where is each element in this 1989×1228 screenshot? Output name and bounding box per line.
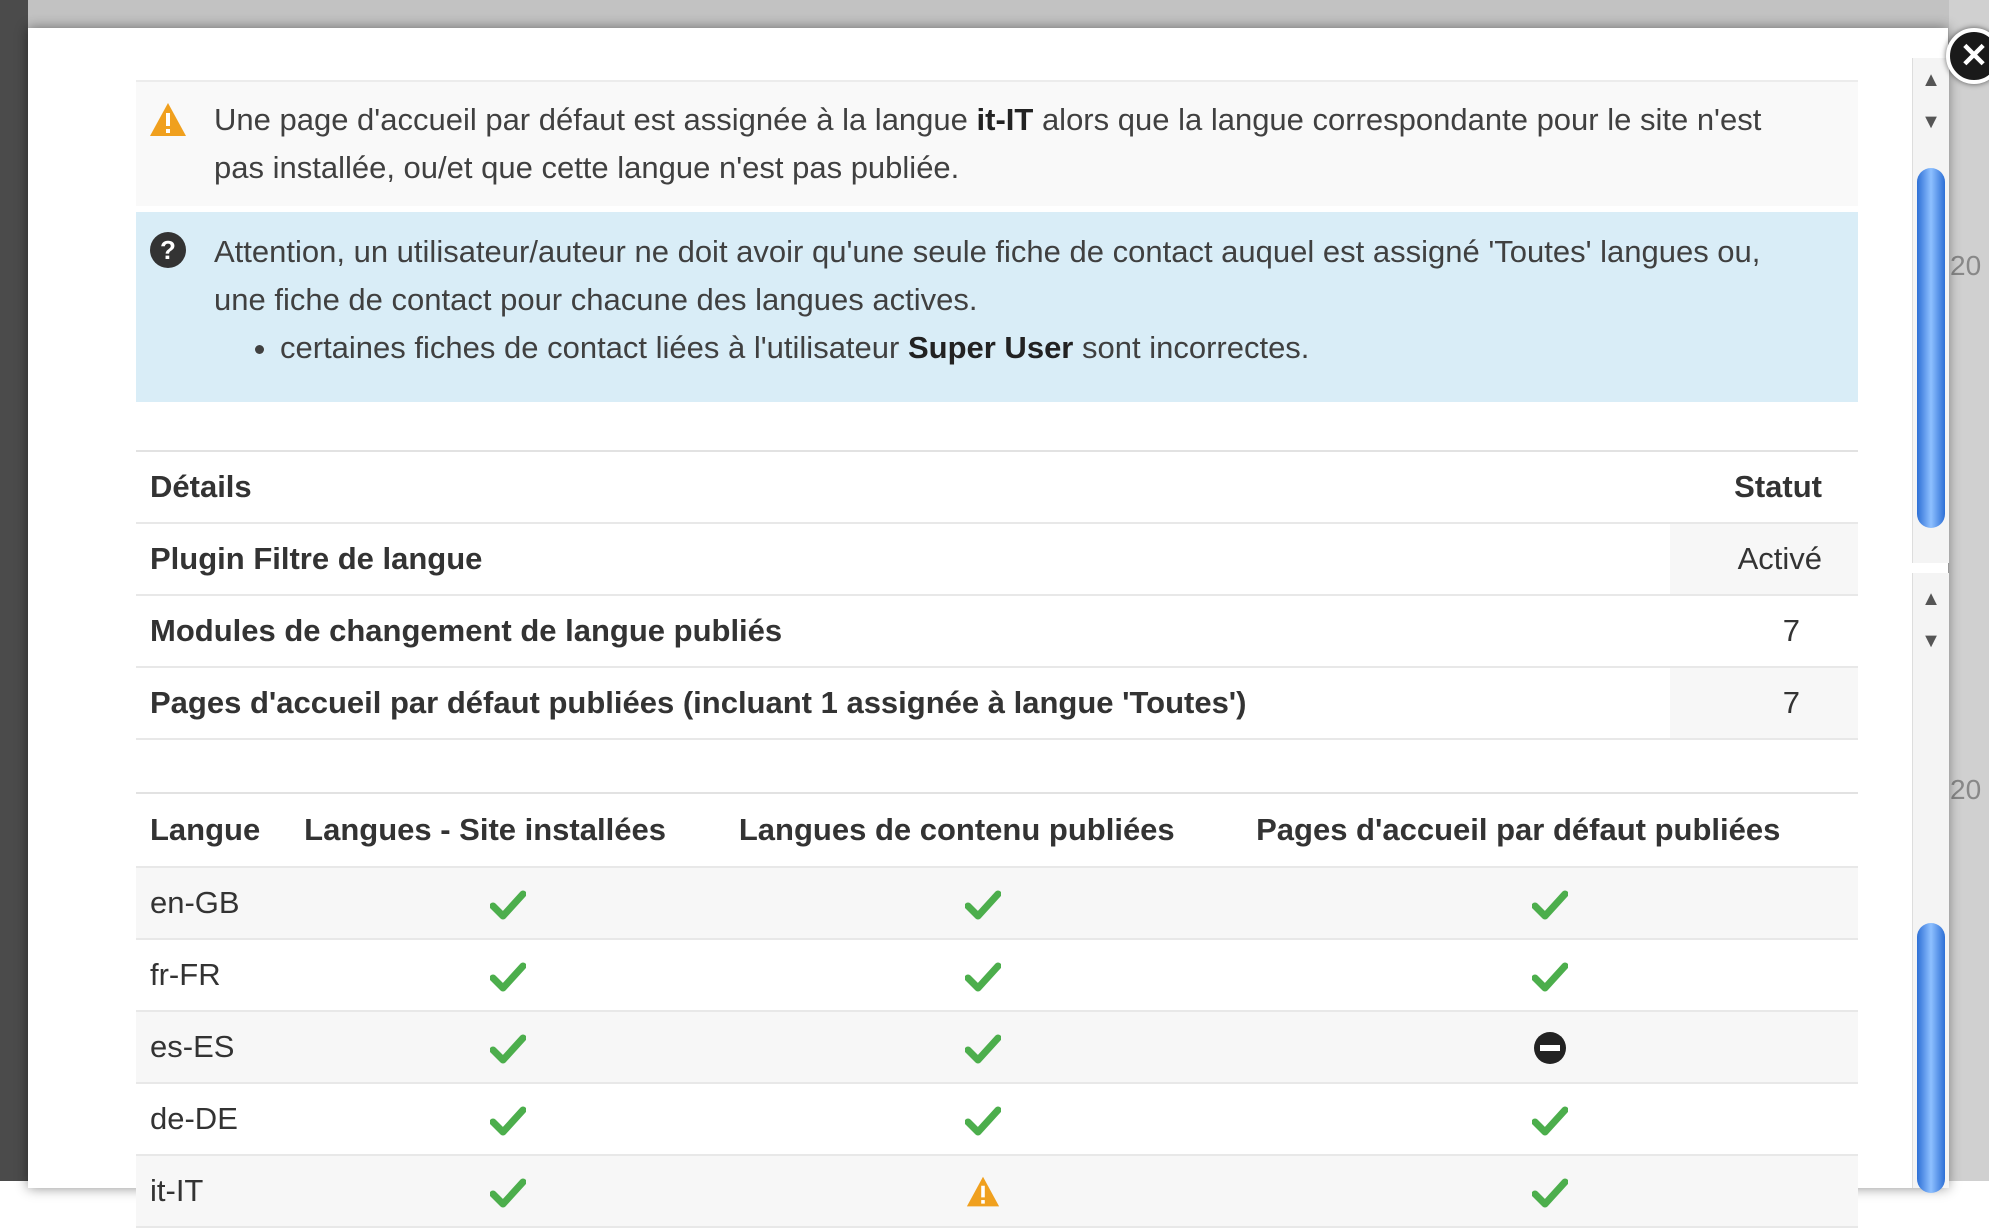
modal-dialog: Une page d'accueil par défaut est assign… (28, 28, 1989, 1228)
language-code: de-DE (136, 1083, 291, 1156)
check-icon (1532, 1106, 1569, 1136)
language-home-status (1242, 1083, 1858, 1156)
details-header-row: Détails Statut (136, 451, 1858, 524)
close-icon[interactable]: ✕ (1960, 36, 1989, 76)
languages-header-content-published: Langues de contenu publiées (724, 793, 1243, 868)
language-site-status (290, 1011, 725, 1084)
check-icon (489, 1034, 526, 1064)
languages-header-row: Langue Langues - Site installées Langues… (136, 793, 1858, 868)
scrollbar-thumb[interactable] (1917, 168, 1945, 528)
info-list-item: certaines fiches de contact liées à l'ut… (280, 324, 1818, 372)
scroll-down-arrow-icon[interactable]: ▼ (1919, 629, 1943, 653)
scrollbar-thumb[interactable] (1917, 923, 1945, 1193)
check-icon (489, 1178, 526, 1208)
details-row: Pages d'accueil par défaut publiées (inc… (136, 667, 1858, 740)
languages-table: Langue Langues - Site installées Langues… (136, 792, 1858, 1228)
info-text: Attention, un utilisateur/auteur ne doit… (214, 234, 1761, 317)
background-fragment: 20 (1950, 774, 1982, 805)
language-content-status (724, 1083, 1243, 1156)
details-scrollbar[interactable]: ▲ ▼ (1912, 58, 1949, 563)
details-header-details: Détails (136, 451, 1670, 524)
details-row: Plugin Filtre de langue Activé (136, 523, 1858, 596)
details-row-value: 7 (1669, 667, 1858, 740)
info-bullet-before: certaines fiches de contact liées à l'ut… (280, 330, 908, 365)
warning-language: it-IT (976, 102, 1034, 137)
language-code: fr-FR (136, 939, 291, 1012)
check-icon (965, 890, 1002, 920)
language-row: it-IT (136, 1155, 1858, 1228)
check-icon (489, 1106, 526, 1136)
language-home-status (1242, 1011, 1858, 1084)
info-bullet-user: Super User (907, 330, 1074, 365)
check-icon (489, 962, 526, 992)
languages-scrollbar[interactable]: ▲ ▼ (1912, 573, 1949, 1193)
modal-content: Une page d'accueil par défaut est assign… (136, 80, 1858, 1228)
language-site-status (290, 1083, 725, 1156)
language-home-status (1242, 1155, 1858, 1228)
languages-header-language: Langue (136, 793, 291, 868)
check-icon (1532, 890, 1569, 920)
details-row-label: Modules de changement de langue publiés (136, 595, 1670, 668)
check-icon (965, 1106, 1002, 1136)
language-content-status (724, 939, 1243, 1012)
language-site-status (290, 939, 725, 1012)
details-table: Détails Statut Plugin Filtre de langue A… (136, 450, 1858, 740)
minus-circle-icon (1534, 1031, 1567, 1064)
svg-text:?: ? (160, 235, 176, 265)
info-bullet-after: sont incorrectes. (1073, 330, 1310, 365)
language-row: es-ES (136, 1011, 1858, 1084)
details-row-label: Pages d'accueil par défaut publiées (inc… (136, 667, 1670, 740)
background-right-panel (1949, 0, 1989, 1181)
scroll-down-arrow-icon[interactable]: ▼ (1919, 110, 1943, 134)
check-icon (965, 962, 1002, 992)
warning-icon (150, 103, 186, 136)
details-header-status: Statut (1669, 451, 1858, 524)
details-row-label: Plugin Filtre de langue (136, 523, 1670, 596)
check-icon (965, 1034, 1002, 1064)
language-code: it-IT (136, 1155, 291, 1228)
info-alert: ? Attention, un utilisateur/auteur ne do… (136, 212, 1858, 402)
languages-header-home-pages: Pages d'accueil par défaut publiées (1242, 793, 1858, 868)
warning-text-before: Une page d'accueil par défaut est assign… (214, 102, 977, 137)
language-row: fr-FR (136, 939, 1858, 1012)
scroll-up-arrow-icon[interactable]: ▲ (1919, 587, 1943, 611)
language-code: en-GB (136, 867, 291, 940)
question-circle-icon: ? (150, 232, 186, 268)
check-icon (1532, 1178, 1569, 1208)
language-row: en-GB (136, 867, 1858, 940)
language-content-status (724, 867, 1243, 940)
language-code: es-ES (136, 1011, 291, 1084)
language-row: de-DE (136, 1083, 1858, 1156)
check-icon (489, 890, 526, 920)
language-home-status (1242, 867, 1858, 940)
language-content-status (724, 1155, 1243, 1228)
scroll-up-arrow-icon[interactable]: ▲ (1919, 68, 1943, 92)
details-row-value: 7 (1669, 595, 1858, 668)
language-site-status (290, 1155, 725, 1228)
language-site-status (290, 867, 725, 940)
warning-alert: Une page d'accueil par défaut est assign… (136, 80, 1858, 206)
details-row: Modules de changement de langue publiés … (136, 595, 1858, 668)
languages-header-site-installed: Langues - Site installées (290, 793, 725, 868)
background-sidebar (0, 0, 28, 1181)
info-list: certaines fiches de contact liées à l'ut… (214, 324, 1818, 372)
language-content-status (724, 1011, 1243, 1084)
check-icon (1532, 962, 1569, 992)
background-fragment: 20 (1950, 250, 1982, 281)
details-row-value: Activé (1669, 523, 1858, 596)
language-home-status (1242, 939, 1858, 1012)
